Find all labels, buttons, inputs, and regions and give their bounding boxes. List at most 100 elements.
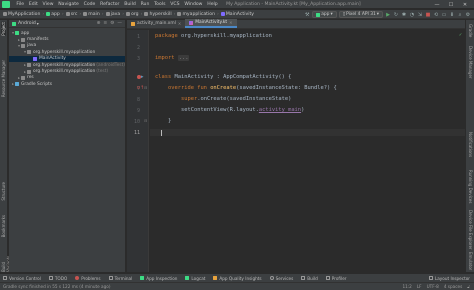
folder-icon	[177, 12, 182, 16]
code-line-9: setContentView(R.layout.activity_main)	[155, 107, 304, 113]
tab-bookmarks[interactable]: Bookmarks	[1, 215, 6, 237]
tool-services[interactable]: Services	[269, 276, 293, 281]
breadcrumb-item[interactable]: src ›	[65, 12, 84, 17]
breadcrumb-item[interactable]: MyApplication ›	[3, 12, 46, 17]
apply-changes-icon[interactable]: ↻	[393, 12, 399, 18]
file-encoding[interactable]: UTF-8	[427, 284, 439, 289]
breadcrumb: MyApplication › app › src › main › java › org › hype…	[0, 12, 254, 17]
folded-imports[interactable]: ...	[177, 55, 190, 61]
navigation-bar: MyApplication › app › src › main › java › org › hype…	[0, 10, 474, 19]
breadcrumb-item[interactable]: org ›	[126, 12, 144, 17]
menu-view[interactable]: View	[40, 2, 56, 7]
breadcrumb-item[interactable]: main ›	[83, 12, 105, 17]
folder-icon	[126, 12, 131, 16]
code-line-7: override fun onCreate(savedInstanceState…	[155, 85, 337, 91]
locate-icon[interactable]: ⊕	[97, 21, 101, 26]
tool-terminal[interactable]: Terminal	[108, 276, 132, 281]
breadcrumb-item[interactable]: java ›	[105, 12, 126, 17]
folder-icon	[21, 75, 25, 80]
maximize-icon[interactable]: ☐	[444, 2, 458, 8]
menu-vcs[interactable]: VCS	[168, 2, 182, 7]
tool-label: App Quality Insights	[219, 275, 262, 281]
call: .onCreate(savedInstanceState)	[197, 96, 292, 102]
menu-file[interactable]: File	[14, 2, 26, 7]
menu-help[interactable]: Help	[205, 2, 220, 7]
breadcrumb-item[interactable]: app ›	[46, 12, 66, 17]
package-name: org.hyperskill.myapplication	[177, 33, 272, 39]
run-config-selector[interactable]: app ▾	[312, 11, 337, 18]
caret-position[interactable]: 11:2	[402, 284, 411, 289]
run-icon[interactable]: ▶	[385, 12, 391, 18]
menu-window[interactable]: Window	[182, 2, 205, 7]
menu-tools[interactable]: Tools	[152, 2, 168, 7]
search-icon[interactable]: ⌕	[457, 12, 463, 18]
menu-build[interactable]: Build	[122, 2, 138, 7]
fold-icon[interactable]: ⊟	[144, 86, 148, 90]
fold-icon[interactable]: ⊟	[144, 119, 148, 123]
tree-item-label: org.hyperskill.myapplication	[33, 69, 96, 75]
tool-app-quality-insights[interactable]: App Quality Insights	[213, 275, 262, 281]
tab-activity-main-xml[interactable]: activity_main.xml ✕	[127, 19, 185, 28]
profile-icon[interactable]: ◔	[409, 12, 415, 18]
tool-layout-inspector[interactable]: Layout Inspector	[428, 276, 470, 281]
hide-icon[interactable]: —	[117, 21, 122, 26]
breadcrumb-item[interactable]: hyperskill ›	[144, 12, 177, 17]
lock-icon[interactable]: 🔓︎	[467, 284, 470, 289]
menu-refactor[interactable]: Refactor	[98, 2, 122, 7]
collapse-all-icon[interactable]: ≡	[103, 21, 107, 26]
tool-app-inspection[interactable]: App Inspection	[140, 276, 177, 281]
settings-icon[interactable]: ⚙	[465, 12, 471, 18]
close-tab-icon[interactable]: ✕	[229, 20, 232, 25]
line-separator[interactable]: LF	[417, 284, 422, 289]
tab-device-manager[interactable]: Device Manager	[468, 46, 473, 78]
menu-bar: File Edit View Navigate Code Refactor Build Run…	[0, 0, 474, 9]
chevron-down-icon[interactable]: ▾	[37, 21, 39, 26]
override-marker-icon[interactable]: o↑	[137, 86, 144, 91]
tool-todo[interactable]: TODO	[48, 276, 67, 281]
tab-gradle[interactable]: Gradle	[468, 24, 473, 37]
tool-logcat[interactable]: Logcat	[185, 276, 205, 281]
debug-icon[interactable]: ✱	[401, 12, 407, 18]
sync-gradle-icon[interactable]: ⟲	[433, 12, 439, 18]
tool-build[interactable]: Build	[301, 276, 318, 281]
code-editor[interactable]: ✓ package org.hyperskill.myapplication i…	[150, 30, 465, 272]
menu-navigate[interactable]: Navigate	[56, 2, 81, 7]
tab-resource-manager[interactable]: Resource Manager	[1, 60, 6, 97]
menu-edit[interactable]: Edit	[26, 2, 40, 7]
inspection-icon	[140, 276, 145, 280]
status-message[interactable]: Gradle sync finished in 55 s 122 ms (4 m…	[3, 284, 110, 289]
tab-notifications[interactable]: Notifications	[468, 132, 473, 157]
sdk-manager-icon[interactable]: ⬇	[449, 12, 455, 18]
hammer-icon[interactable]: ⚒	[304, 12, 310, 18]
close-icon[interactable]: ✕	[458, 2, 472, 8]
tab-running-devices[interactable]: Running Devices	[468, 170, 473, 203]
run-config-label: app	[321, 12, 330, 17]
attach-debugger-icon[interactable]: ⇲	[417, 12, 423, 18]
device-manager-icon[interactable]: ▭	[441, 12, 447, 18]
close-tab-icon[interactable]: ✕	[178, 21, 181, 26]
tab-emulator[interactable]: Emulator	[468, 252, 473, 270]
tab-project[interactable]: Project	[1, 22, 6, 36]
tool-version-control[interactable]: Version Control	[3, 276, 41, 281]
minimize-icon[interactable]: —	[430, 2, 444, 8]
menu-run[interactable]: Run	[138, 2, 152, 7]
breadcrumb-item[interactable]: MainActivity	[220, 12, 254, 17]
tab-main-activity-kt[interactable]: MainActivity.kt ✕	[185, 19, 237, 28]
indent-setting[interactable]: 4 spaces	[444, 284, 462, 289]
breadcrumb-item[interactable]: myapplication ›	[177, 12, 220, 17]
tree-item[interactable]: ▸ Gradle Scripts	[9, 81, 125, 87]
code-line-1: package org.hyperskill.myapplication	[155, 33, 272, 39]
settings-icon[interactable]: ⚙	[110, 21, 114, 26]
menu-code[interactable]: Code	[81, 2, 98, 7]
tab-device-file-explorer[interactable]: Device File Explorer	[468, 210, 473, 250]
tool-problems[interactable]: Problems	[75, 276, 101, 281]
tab-structure[interactable]: Structure	[1, 182, 6, 201]
tree-item-note: (androidTest)	[96, 62, 125, 68]
problems-icon	[75, 276, 80, 280]
run-gutter-icon[interactable]: ▸	[141, 75, 145, 80]
tool-profiler[interactable]: Profiler	[325, 276, 347, 281]
no-problems-check-icon[interactable]: ✓	[459, 32, 462, 38]
device-selector[interactable]: ▯ Pixel 4 API 31 ▾	[338, 11, 383, 18]
project-view-selector[interactable]: Android	[18, 21, 36, 26]
stop-icon[interactable]: ■	[425, 12, 431, 18]
